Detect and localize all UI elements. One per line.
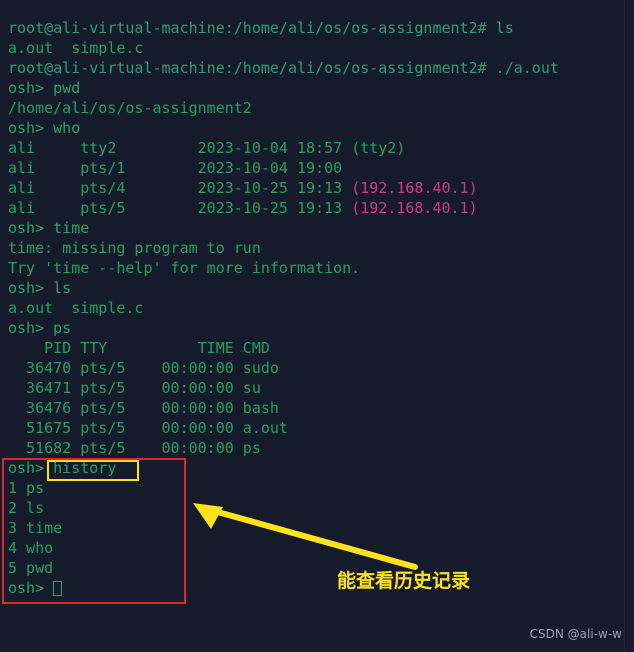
who-tty: tty2: [80, 139, 198, 157]
terminal-output-line: 2 ls: [8, 498, 634, 518]
who-origin: (192.168.40.1): [351, 179, 478, 197]
output-text: 1 ps: [8, 479, 45, 497]
terminal-output-line: a.out simple.c: [8, 38, 634, 58]
terminal-output-line: time: missing program to run: [8, 238, 634, 258]
output-text: 2 ls: [8, 499, 45, 517]
output-text: 5 pwd: [8, 559, 54, 577]
terminal-output-line: /home/ali/os/os-assignment2: [8, 98, 634, 118]
terminal-shell-prompt-line: osh>: [8, 578, 634, 598]
output-text: PID TTY TIME CMD: [8, 339, 270, 357]
typed-command: who: [53, 119, 81, 137]
who-tty: pts/4: [80, 179, 198, 197]
terminal-output-line: 4 who: [8, 538, 634, 558]
who-user: ali: [8, 139, 81, 157]
terminal-output-line: 51675 pts/5 00:00:00 a.out: [8, 418, 634, 438]
terminal-shell-prompt-line: osh> who: [8, 118, 634, 138]
terminal-output-line: 5 pwd: [8, 558, 634, 578]
output-text: 51682 pts/5 00:00:00 ps: [8, 439, 261, 457]
output-text: 51675 pts/5 00:00:00 a.out: [8, 419, 288, 437]
text-cursor: [53, 581, 63, 596]
terminal-root-prompt-line: root@ali-virtual-machine:/home/ali/os/os…: [8, 18, 634, 38]
terminal-shell-prompt-line: osh> time: [8, 218, 634, 238]
who-datetime: 2023-10-04 18:57: [197, 139, 352, 157]
window-right-border: [624, 0, 625, 652]
who-output-row: ali pts/1 2023-10-04 19:00: [8, 158, 634, 178]
who-user: ali: [8, 199, 81, 217]
terminal-output-line: 3 time: [8, 518, 634, 538]
osh-prompt-text: osh>: [8, 119, 54, 137]
who-origin: (tty2): [351, 139, 406, 157]
terminal-window[interactable]: root@ali-virtual-machine:/home/ali/os/os…: [0, 0, 634, 652]
terminal-output-line: Try 'time --help' for more information.: [8, 258, 634, 278]
terminal-shell-prompt-line: osh> ls: [8, 278, 634, 298]
terminal-output-line: PID TTY TIME CMD: [8, 338, 634, 358]
typed-command: time: [53, 219, 90, 237]
osh-prompt-text: osh>: [8, 279, 54, 297]
who-datetime: 2023-10-04 19:00: [197, 159, 343, 177]
annotation-note-text: 能查看历史记录: [337, 570, 471, 592]
typed-command: pwd: [53, 79, 81, 97]
output-text: Try 'time --help' for more information.: [8, 259, 361, 277]
who-datetime: 2023-10-25 19:13: [197, 179, 352, 197]
csdn-watermark: CSDN @ali-w-w: [529, 627, 622, 641]
output-text: /home/ali/os/os-assignment2: [8, 99, 252, 117]
terminal-output-area: root@ali-virtual-machine:/home/ali/os/os…: [8, 18, 634, 598]
terminal-output-line: 36476 pts/5 00:00:00 bash: [8, 398, 634, 418]
typed-command: ls: [53, 279, 72, 297]
output-text: 36470 pts/5 00:00:00 sudo: [8, 359, 279, 377]
terminal-output-line: 36471 pts/5 00:00:00 su: [8, 378, 634, 398]
typed-command: ./a.out: [495, 59, 559, 77]
terminal-shell-prompt-line: osh> pwd: [8, 78, 634, 98]
output-text: 36471 pts/5 00:00:00 su: [8, 379, 261, 397]
terminal-output-line: a.out simple.c: [8, 298, 634, 318]
who-user: ali: [8, 159, 81, 177]
who-user: ali: [8, 179, 81, 197]
osh-prompt-text: osh>: [8, 319, 54, 337]
who-output-row: ali pts/5 2023-10-25 19:13 (192.168.40.1…: [8, 198, 634, 218]
terminal-output-line: 36470 pts/5 00:00:00 sudo: [8, 358, 634, 378]
output-text: a.out simple.c: [8, 39, 144, 57]
osh-prompt-text: osh>: [8, 219, 54, 237]
terminal-output-line: 1 ps: [8, 478, 634, 498]
output-text: a.out simple.c: [8, 299, 144, 317]
typed-command: history: [53, 459, 117, 477]
root-prompt-text: root@ali-virtual-machine:/home/ali/os/os…: [8, 59, 496, 77]
osh-prompt-text: osh>: [8, 459, 54, 477]
terminal-root-prompt-line: root@ali-virtual-machine:/home/ali/os/os…: [8, 58, 634, 78]
output-text: 4 who: [8, 539, 54, 557]
osh-prompt-text: osh>: [8, 79, 54, 97]
output-text: 36476 pts/5 00:00:00 bash: [8, 399, 279, 417]
who-origin: (192.168.40.1): [351, 199, 478, 217]
who-datetime: 2023-10-25 19:13: [197, 199, 352, 217]
typed-command: ps: [53, 319, 72, 337]
output-text: 3 time: [8, 519, 63, 537]
who-output-row: ali pts/4 2023-10-25 19:13 (192.168.40.1…: [8, 178, 634, 198]
who-output-row: ali tty2 2023-10-04 18:57 (tty2): [8, 138, 634, 158]
output-text: time: missing program to run: [8, 239, 261, 257]
typed-command: ls: [495, 19, 514, 37]
terminal-shell-prompt-line: osh> history: [8, 458, 634, 478]
terminal-shell-prompt-line: osh> ps: [8, 318, 634, 338]
osh-prompt-text: osh>: [8, 579, 54, 597]
terminal-output-line: 51682 pts/5 00:00:00 ps: [8, 438, 634, 458]
who-tty: pts/5: [80, 199, 198, 217]
who-tty: pts/1: [80, 159, 198, 177]
root-prompt-text: root@ali-virtual-machine:/home/ali/os/os…: [8, 19, 496, 37]
